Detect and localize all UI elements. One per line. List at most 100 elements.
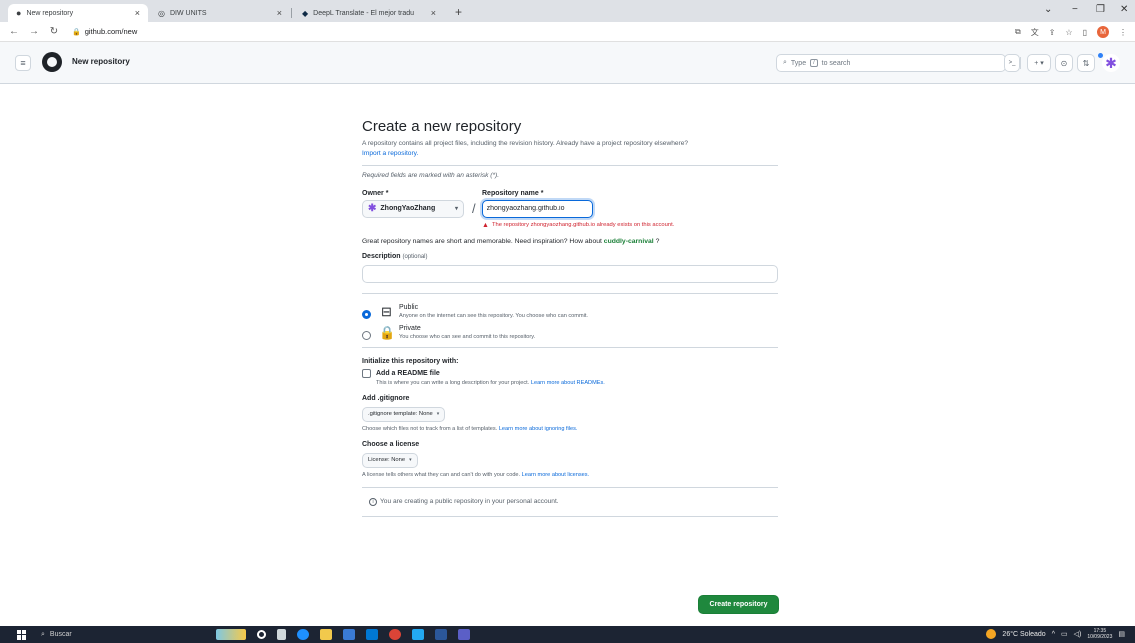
search-icon: ⌕ xyxy=(783,59,787,66)
network-icon[interactable]: ▭ xyxy=(1061,630,1068,638)
new-tab-button[interactable]: + xyxy=(455,5,462,19)
divider xyxy=(362,486,778,488)
repo-icon: ⊟ xyxy=(381,303,392,319)
tab-title: DIW UNITS xyxy=(169,9,207,17)
hamburger-menu-icon[interactable]: ≡ xyxy=(15,55,31,71)
vscode-icon[interactable] xyxy=(412,629,424,640)
profile-avatar[interactable]: M xyxy=(1097,26,1109,38)
tab-close-icon[interactable]: × xyxy=(135,8,140,18)
search-icon: ⌕ xyxy=(41,630,45,638)
search-input[interactable]: ⌕ Type / to search xyxy=(776,54,1006,72)
readme-title: Add a README file xyxy=(376,369,440,377)
tab-new-repository[interactable]: ● New repository × xyxy=(8,4,148,22)
reload-icon[interactable]: ↻ xyxy=(48,26,60,37)
gitignore-learn-more-link[interactable]: Learn more about ignoring files. xyxy=(499,426,578,432)
window-close-icon[interactable]: ✕ xyxy=(1120,4,1128,15)
back-arrow-icon[interactable]: ← xyxy=(8,26,20,37)
intro-text: A repository contains all project files,… xyxy=(362,140,689,147)
store-icon[interactable] xyxy=(343,629,355,640)
public-radio[interactable] xyxy=(362,309,371,319)
address-bar: ← → ↻ 🔒 github.com/new ⧉ 文 ⇪ ☆ ▯ M ⋮ xyxy=(0,22,1135,42)
import-repository-link[interactable]: Import a repository. xyxy=(362,150,418,157)
minimize-icon[interactable]: − xyxy=(1072,4,1078,15)
cortana-icon[interactable] xyxy=(257,630,266,639)
clock-date: 10/09/2023 xyxy=(1087,634,1113,640)
gitignore-select-value: .gitignore template: None xyxy=(368,411,433,418)
teams-icon[interactable] xyxy=(458,629,470,640)
github-logo-icon[interactable] xyxy=(42,52,62,72)
repo-name-error: ▲ The repository zhongyaozhang.github.io… xyxy=(482,222,778,229)
visibility-public[interactable]: ⊟ Public Anyone on the internet can see … xyxy=(362,304,778,320)
search-placeholder-post: to search xyxy=(821,59,851,67)
create-new-button[interactable]: + ▾ xyxy=(1027,54,1051,72)
tab-search-icon[interactable]: ⌄ xyxy=(1044,4,1052,15)
description-label: Description (optional) xyxy=(362,253,778,260)
create-repository-button[interactable]: Create repository xyxy=(698,595,779,614)
side-panel-icon[interactable]: ▯ xyxy=(1083,28,1087,37)
license-description: A license tells others what they can and… xyxy=(362,472,778,478)
github-header: ≡ New repository ⌕ Type / to search >_ +… xyxy=(0,42,1135,84)
public-info-note: i You are creating a public repository i… xyxy=(369,497,778,506)
suggestion-suffix: ? xyxy=(655,237,660,245)
readme-checkbox[interactable] xyxy=(362,368,371,378)
chrome-icon[interactable] xyxy=(389,629,401,640)
translate-icon[interactable]: 文 xyxy=(1031,27,1039,38)
task-view-icon[interactable] xyxy=(277,629,286,640)
private-radio[interactable] xyxy=(362,331,371,341)
mail-icon[interactable] xyxy=(366,629,378,640)
edge-icon[interactable] xyxy=(297,629,309,640)
clock[interactable]: 17:35 10/09/2023 xyxy=(1087,628,1112,640)
widgets-icon[interactable] xyxy=(216,629,246,640)
new-repository-form: Create a new repository A repository con… xyxy=(362,118,778,517)
command-palette-button[interactable]: >_ xyxy=(1004,54,1020,72)
owner-select[interactable]: ✱ ZhongYaoZhang ▾ xyxy=(362,199,464,218)
description-input[interactable] xyxy=(362,264,778,283)
browser-menu-icon[interactable]: ⋮ xyxy=(1119,28,1127,37)
suggested-name[interactable]: cuddly-carnival xyxy=(604,238,654,245)
license-learn-more-link[interactable]: Learn more about licenses. xyxy=(522,472,589,478)
weather-sun-icon xyxy=(986,629,997,639)
gitignore-select[interactable]: .gitignore template: None ▾ xyxy=(362,406,446,422)
plus-icon: + ▾ xyxy=(1034,60,1044,67)
search-placeholder-pre: Type xyxy=(790,59,807,67)
weather-text[interactable]: 26°C Soleado xyxy=(1002,631,1045,638)
system-tray: 26°C Soleado ^ ▭ ◁) 17:35 10/09/2023 ▤ xyxy=(986,628,1125,640)
readme-option[interactable]: Add a README file xyxy=(362,368,778,378)
notifications-icon[interactable]: ▤ xyxy=(1118,630,1125,638)
tab-deepl[interactable]: ◆ DeepL Translate - El mejor tradu × xyxy=(294,4,444,22)
visibility-private[interactable]: 🔒 Private You choose who can see and com… xyxy=(362,325,778,341)
notification-dot xyxy=(1098,53,1103,58)
description-label-text: Description xyxy=(362,252,401,260)
issues-button[interactable]: ⊙ xyxy=(1055,54,1073,72)
divider xyxy=(362,292,778,294)
tab-close-icon[interactable]: × xyxy=(277,8,282,18)
owner-avatar-icon: ✱ xyxy=(368,202,377,214)
volume-icon[interactable]: ◁) xyxy=(1074,630,1082,638)
readme-learn-more-link[interactable]: Learn more about READMEs. xyxy=(531,380,605,386)
maximize-icon[interactable]: ❐ xyxy=(1096,4,1105,15)
user-avatar[interactable]: ✱ xyxy=(1102,54,1120,72)
owner-repo-slash: / xyxy=(472,201,476,217)
file-explorer-icon[interactable] xyxy=(320,629,332,640)
share-icon[interactable]: ⇪ xyxy=(1049,28,1056,37)
tab-diw-units[interactable]: ◎ DIW UNITS × xyxy=(150,4,290,22)
url-field[interactable]: 🔒 github.com/new xyxy=(72,27,137,36)
browser-toolbar: ⧉ 文 ⇪ ☆ ▯ M ⋮ xyxy=(1015,26,1127,38)
word-icon[interactable] xyxy=(435,629,447,640)
repository-name-input[interactable] xyxy=(481,199,593,218)
chevron-down-icon: ▾ xyxy=(436,411,440,418)
taskbar-search[interactable]: ⌕ Buscar xyxy=(41,631,186,639)
windows-start-icon[interactable] xyxy=(17,629,27,640)
bookmark-star-icon[interactable]: ☆ xyxy=(1065,28,1072,37)
tab-close-icon[interactable]: × xyxy=(431,8,436,18)
tab-separator xyxy=(291,8,292,18)
name-suggestion: Great repository names are short and mem… xyxy=(362,238,778,245)
google-lens-icon[interactable]: ⧉ xyxy=(1015,27,1021,37)
pull-requests-button[interactable]: ⇅ xyxy=(1077,54,1095,72)
readme-desc-text: This is where you can write a long descr… xyxy=(376,379,530,386)
license-select[interactable]: License: None ▾ xyxy=(362,452,418,468)
forward-arrow-icon[interactable]: → xyxy=(28,26,40,37)
gitignore-label: Add .gitignore xyxy=(362,394,410,402)
license-desc-text: A license tells others what they can and… xyxy=(362,471,521,478)
tray-chevron-icon[interactable]: ^ xyxy=(1052,631,1055,638)
